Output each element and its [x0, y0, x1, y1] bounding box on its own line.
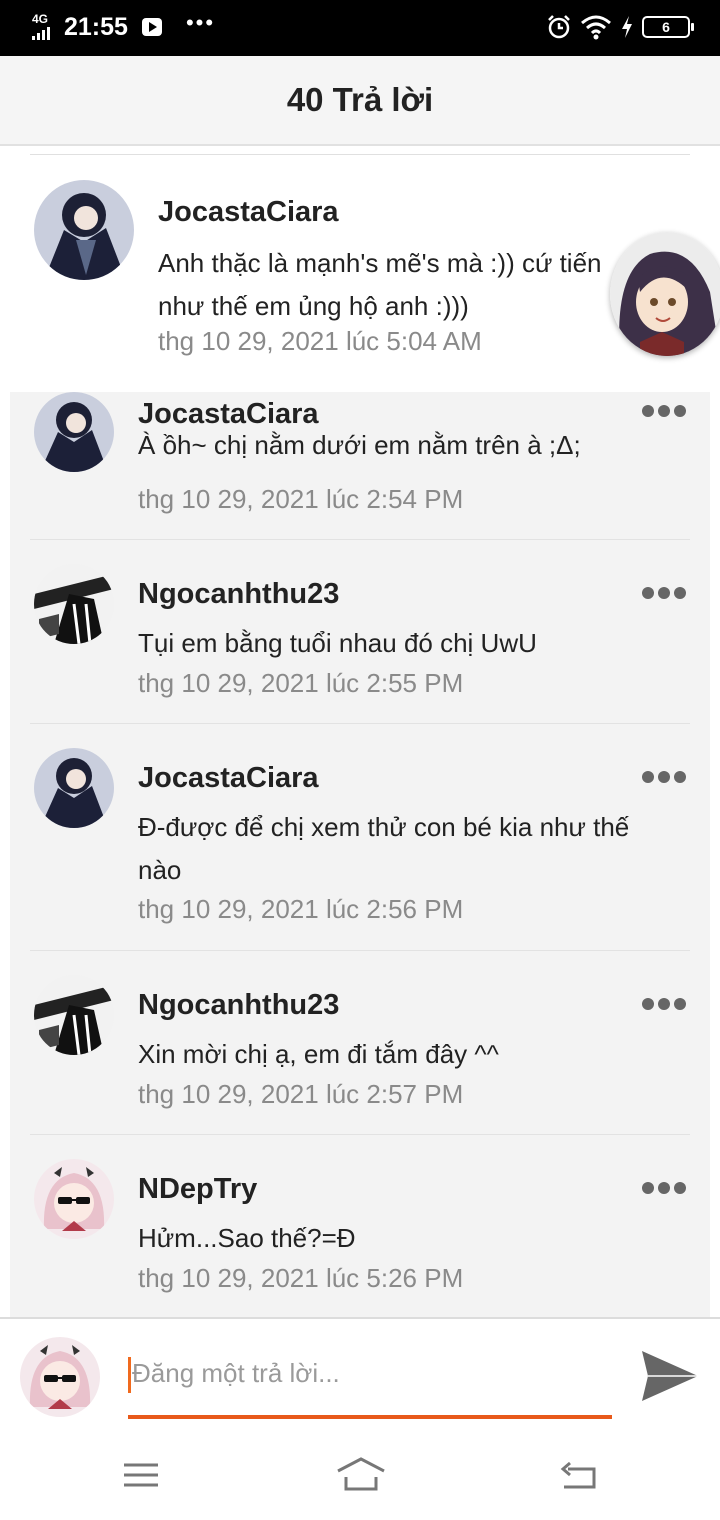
- more-options-button[interactable]: [642, 404, 686, 418]
- divider: [30, 154, 690, 155]
- reply-input[interactable]: [128, 1349, 612, 1397]
- send-icon[interactable]: [640, 1349, 700, 1403]
- reply-item: NDepTry Hửm...Sao thế?=Đ thg 10 29, 2021…: [10, 1135, 710, 1317]
- reply-text: Xin mời chị ạ, em đi tắm đây ^^: [138, 1039, 499, 1069]
- comment-timestamp: thg 10 29, 2021 lúc 5:04 AM: [158, 326, 482, 356]
- reply-text: Hửm...Sao thế?=Đ: [138, 1223, 356, 1253]
- reply-item: JocastaCiara À ồh~ chị nằm dưới em nằm t…: [10, 392, 710, 540]
- battery-level: 6: [662, 19, 670, 35]
- reply-author[interactable]: Ngocanhthu23: [138, 989, 339, 1022]
- alarm-icon: [548, 15, 570, 39]
- charging-icon: [622, 16, 632, 38]
- network-type: 4G: [32, 12, 49, 26]
- more-options-button[interactable]: [642, 997, 686, 1011]
- signal-icon: 4G: [32, 12, 54, 42]
- reply-item: JocastaCiara Đ-được để chị xem thử con b…: [10, 724, 710, 951]
- status-bar: 4G 21:55 ••• 6: [0, 0, 720, 56]
- reply-author[interactable]: JocastaCiara: [138, 762, 319, 795]
- reply-item: Ngocanhthu23 Xin mời chị ạ, em đi tắm đâ…: [10, 951, 710, 1135]
- parent-comment: JocastaCiara Anh thặc là mạnh's mẽ's mà …: [0, 146, 720, 392]
- reply-author[interactable]: Ngocanhthu23: [138, 578, 339, 611]
- more-options-button[interactable]: [642, 770, 686, 784]
- avatar[interactable]: [34, 1159, 114, 1239]
- reply-text: À ồh~ chị nằm dưới em nằm trên à ;Δ;: [138, 430, 581, 460]
- reply-item: Ngocanhthu23 Tụi em bằng tuổi nhau đó ch…: [10, 540, 710, 724]
- avatar[interactable]: [34, 392, 114, 472]
- reply-timestamp: thg 10 29, 2021 lúc 2:57 PM: [138, 1079, 464, 1109]
- comment-author[interactable]: JocastaCiara: [158, 196, 339, 229]
- page-header: 40 Trả lời: [0, 56, 720, 146]
- wifi-icon: [581, 15, 611, 40]
- floating-chat-head[interactable]: [610, 232, 720, 356]
- system-navigation-bar: [0, 1429, 720, 1520]
- home-icon[interactable]: [336, 1455, 386, 1495]
- reply-timestamp: thg 10 29, 2021 lúc 2:54 PM: [138, 484, 464, 514]
- reply-timestamp: thg 10 29, 2021 lúc 5:26 PM: [138, 1263, 464, 1293]
- text-caret: [128, 1357, 131, 1393]
- back-icon[interactable]: [558, 1455, 602, 1495]
- avatar: [20, 1337, 100, 1417]
- more-options-button[interactable]: [642, 586, 686, 600]
- avatar[interactable]: [34, 180, 134, 280]
- avatar[interactable]: [34, 748, 114, 828]
- comment-text: Anh thặc là mạnh's mẽ's mà :)) cứ tiến n…: [158, 248, 602, 321]
- more-dots-icon: •••: [185, 10, 216, 35]
- avatar[interactable]: [34, 564, 114, 644]
- replies-list: JocastaCiara À ồh~ chị nằm dưới em nằm t…: [10, 392, 710, 1317]
- reply-timestamp: thg 10 29, 2021 lúc 2:56 PM: [138, 894, 464, 924]
- avatar[interactable]: [34, 975, 114, 1055]
- battery-icon: 6: [642, 16, 694, 38]
- more-options-button[interactable]: [642, 1181, 686, 1195]
- input-underline: [128, 1415, 612, 1419]
- reply-author[interactable]: NDepTry: [138, 1173, 257, 1206]
- status-time: 21:55: [64, 12, 128, 41]
- reply-text: Đ-được để chị xem thử con bé kia như thế…: [138, 812, 630, 885]
- menu-icon[interactable]: [120, 1455, 164, 1495]
- reply-timestamp: thg 10 29, 2021 lúc 2:55 PM: [138, 668, 464, 698]
- youtube-icon: [141, 18, 162, 36]
- reply-composer: [0, 1317, 720, 1429]
- reply-text: Tụi em bằng tuổi nhau đó chị UwU: [138, 628, 537, 658]
- page-title: 40 Trả lời: [286, 81, 434, 118]
